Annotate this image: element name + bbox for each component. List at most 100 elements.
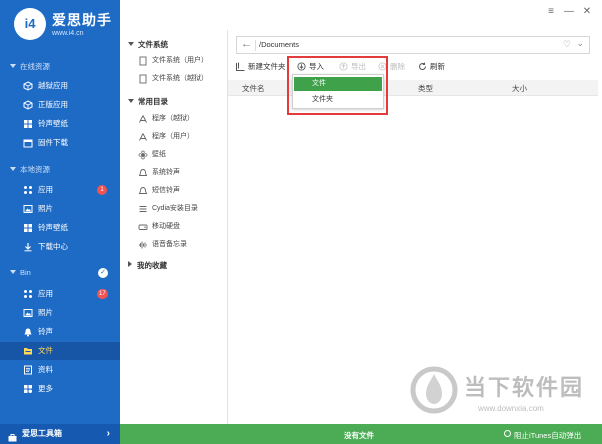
- expand-triangle-icon: [128, 42, 134, 46]
- tree-group-favorites[interactable]: 我的收藏: [128, 260, 167, 271]
- cube-icon: [23, 81, 33, 91]
- refresh-button[interactable]: 刷新: [418, 60, 445, 74]
- new-folder-button[interactable]: 新建文件夹: [236, 60, 286, 74]
- tree-item-cydia-dir[interactable]: Cydia安装目录: [138, 202, 198, 216]
- app-name: 爱思助手: [52, 12, 112, 28]
- app-logo: i4 爱思助手 www.i4.cn: [14, 8, 114, 46]
- menu-icon[interactable]: ≡: [542, 6, 560, 17]
- tree-item-label: 移动硬盘: [152, 223, 180, 230]
- red-highlight-box: [287, 56, 388, 115]
- minimize-icon[interactable]: —: [560, 6, 578, 17]
- count-badge: 1: [97, 185, 107, 195]
- back-arrow-icon[interactable]: ←: [241, 38, 252, 50]
- drive-icon: [138, 222, 148, 232]
- sidebar-item-label: 应用: [38, 185, 53, 194]
- chevron-down-icon[interactable]: ⌄: [576, 38, 584, 49]
- toolbox-button[interactable]: 爱思工具箱 ›: [0, 424, 120, 444]
- sidebar-item-download-center[interactable]: 下载中心: [0, 238, 120, 256]
- sidebar-item-device-info[interactable]: 资料: [0, 361, 120, 379]
- cube-icon: [23, 100, 33, 110]
- connected-check-icon: ✓: [98, 268, 108, 278]
- tree-item-mobile-drive[interactable]: 移动硬盘: [138, 220, 180, 234]
- tree-item-label: 系统铃声: [152, 169, 180, 176]
- sidebar-item-device-files[interactable]: 文件: [0, 342, 120, 360]
- collapse-triangle-icon: [10, 167, 16, 171]
- section-device-bin[interactable]: Bin ✓: [0, 264, 120, 282]
- i4-logo-icon: i4: [14, 8, 46, 40]
- section-label: 本地资源: [20, 165, 50, 174]
- tree-group-label: 文件系统: [138, 40, 168, 49]
- tree-item-label: 短信铃声: [152, 187, 180, 194]
- grid-icon: [23, 223, 33, 233]
- sidebar-item-device-ringtones[interactable]: 铃声: [0, 323, 120, 341]
- sidebar-item-device-apps[interactable]: 应用 17: [0, 285, 120, 303]
- expand-triangle-icon: [128, 99, 134, 103]
- status-bar: 没有文件 阻止iTunes自动弹出: [120, 424, 602, 444]
- new-folder-label: 新建文件夹: [248, 62, 286, 71]
- path-input[interactable]: /Documents: [259, 40, 299, 49]
- tree-group-common-dirs[interactable]: 常用目录: [128, 96, 168, 107]
- photo-icon: [23, 308, 33, 318]
- tree-item-label: Cydia安装目录: [152, 205, 198, 212]
- tree-item-wallpapers[interactable]: 壁纸: [138, 148, 166, 162]
- downxia-logo-icon: [410, 366, 458, 414]
- sidebar-item-label: 正版应用: [38, 100, 68, 109]
- close-icon[interactable]: ✕: [578, 6, 596, 17]
- flower-icon: [138, 150, 148, 160]
- sidebar-item-jailbreak-apps[interactable]: 越狱应用: [0, 77, 120, 95]
- sidebar-item-official-apps[interactable]: 正版应用: [0, 96, 120, 114]
- toolbox-label: 爱思工具箱: [22, 429, 62, 438]
- tree-item-apps-jailbreak[interactable]: 程序（越狱）: [138, 112, 194, 126]
- sidebar-item-more[interactable]: 更多: [0, 380, 120, 398]
- sidebar-item-local-photos[interactable]: 照片: [0, 200, 120, 218]
- section-online-resources[interactable]: 在线资源: [0, 58, 120, 76]
- sidebar: i4 爱思助手 www.i4.cn 在线资源 越狱应用 正版应用 铃声壁纸 固件…: [0, 0, 120, 444]
- tree-group-file-system[interactable]: 文件系统: [128, 39, 168, 50]
- sidebar-item-local-ringtones[interactable]: 铃声壁纸: [0, 219, 120, 237]
- sidebar-item-label: 铃声: [38, 327, 53, 336]
- bell-icon: [23, 327, 33, 337]
- new-folder-icon: [236, 62, 245, 71]
- tree-item-fs-jailbreak[interactable]: 文件系统（越狱）: [138, 72, 208, 86]
- sidebar-item-label: 更多: [38, 384, 53, 393]
- block-itunes-toggle[interactable]: 阻止iTunes自动弹出: [504, 430, 581, 441]
- watermark-title: 当下软件园: [464, 376, 585, 401]
- sidebar-item-label: 文件: [38, 346, 53, 355]
- column-header-type[interactable]: 类型: [418, 83, 433, 94]
- app-grid-icon: [23, 289, 33, 299]
- refresh-label: 刷新: [430, 62, 445, 71]
- sidebar-item-label: 下载中心: [38, 242, 68, 251]
- column-header-name[interactable]: 文件名: [242, 83, 265, 94]
- collapse-triangle-icon: [10, 270, 16, 274]
- section-label: 在线资源: [20, 62, 50, 71]
- favorite-heart-icon[interactable]: ♡: [563, 39, 571, 50]
- bell-icon: [138, 186, 148, 196]
- sidebar-item-firmware-download[interactable]: 固件下载: [0, 134, 120, 152]
- sidebar-item-device-photos[interactable]: 照片: [0, 304, 120, 322]
- app-grid-icon: [23, 185, 33, 195]
- sidebar-item-ringtones-wallpapers[interactable]: 铃声壁纸: [0, 115, 120, 133]
- sidebar-item-label: 铃声壁纸: [38, 119, 68, 128]
- tree-item-label: 壁纸: [152, 151, 166, 158]
- collapsed-triangle-icon: [128, 261, 132, 267]
- sidebar-item-label: 照片: [38, 308, 53, 317]
- tree-item-sms-ringtones[interactable]: 短信铃声: [138, 184, 180, 198]
- tree-item-apps-user[interactable]: 程序（用户）: [138, 130, 194, 144]
- tree-item-voice-memos[interactable]: 语音备忘录: [138, 238, 187, 252]
- tree-item-label: 语音备忘录: [152, 241, 187, 248]
- tree-item-system-ringtones[interactable]: 系统铃声: [138, 166, 180, 180]
- radio-icon: [504, 430, 511, 437]
- app-store-icon: [138, 114, 148, 124]
- sidebar-item-label: 铃声壁纸: [38, 223, 68, 232]
- block-itunes-label: 阻止iTunes自动弹出: [514, 431, 582, 440]
- sidebar-item-label: 照片: [38, 204, 53, 213]
- column-header-size[interactable]: 大小: [512, 83, 527, 94]
- sidebar-item-label: 应用: [38, 289, 53, 298]
- tree-item-fs-user[interactable]: 文件系统（用户）: [138, 54, 208, 68]
- section-local-resources[interactable]: 本地资源: [0, 161, 120, 179]
- list-icon: [138, 204, 148, 214]
- app-url: www.i4.cn: [52, 30, 84, 37]
- chevron-right-icon: ›: [106, 428, 110, 439]
- divider: [255, 40, 256, 51]
- sidebar-item-local-apps[interactable]: 应用 1: [0, 181, 120, 199]
